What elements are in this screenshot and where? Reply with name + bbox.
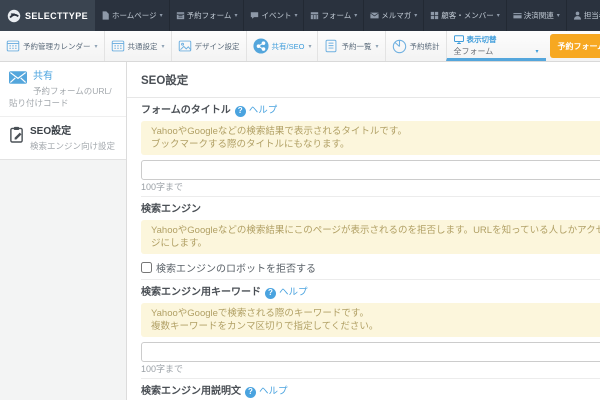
chevron-down-icon: ▾ xyxy=(159,13,163,19)
section-search-engine: 検索エンジン YahooやGoogleなどの検索結果にこのページが表示されるのを… xyxy=(141,196,600,279)
pie-chart-icon xyxy=(392,39,407,54)
brand[interactable]: SELECTTYPE xyxy=(0,0,96,31)
calendar-grid-icon xyxy=(6,39,20,53)
monitor-icon xyxy=(453,34,464,44)
toolbar-item-reservation-calendar[interactable]: 予約管理カレンダー ▾ xyxy=(0,31,105,61)
chevron-down-icon: ▾ xyxy=(308,43,312,50)
sidebar-item-share[interactable]: 共有 予約フォームのURL/貼り付けコード xyxy=(0,62,126,116)
sidebar-item-subtitle: 予約フォームのURL/貼り付けコード xyxy=(9,86,112,108)
table-icon xyxy=(310,11,319,20)
chevron-down-icon: ▾ xyxy=(161,43,165,50)
calendar-icon xyxy=(176,11,185,20)
sidebar-item-subtitle: 検索エンジン向け設定 xyxy=(30,141,116,151)
top-navbar: SELECTTYPE ホームページ ▾ 予約フォーム ▾ イベント ▾ フォーム… xyxy=(0,0,600,31)
sidebar-item-title: SEO設定 xyxy=(30,126,72,137)
toolbar: 予約管理カレンダー ▾ 共通設定 ▾ デザイン設定 共有/SEO ▾ 予約一覧 … xyxy=(0,31,600,62)
chevron-down-icon: ▾ xyxy=(294,13,298,19)
chat-icon xyxy=(250,11,259,20)
section-description: 検索エンジン用説明文 ? ヘルプ YahooやGoogleなどの検索結果で表示さ… xyxy=(141,378,600,400)
chevron-down-icon: ▾ xyxy=(94,43,98,50)
help-link[interactable]: ? ヘルプ xyxy=(265,287,308,299)
note-box: YahooやGoogleなどの検索結果で表示されるタイトルです。 ブックマークす… xyxy=(141,121,600,155)
share-icon xyxy=(252,38,269,54)
person-icon xyxy=(573,11,582,20)
toolbar-item-common-settings[interactable]: 共通設定 ▾ xyxy=(105,31,172,61)
image-icon xyxy=(178,39,192,53)
question-icon: ? xyxy=(265,287,276,299)
calendar-grid-icon xyxy=(111,39,125,53)
reject-robots-checkbox[interactable] xyxy=(141,262,152,273)
nav-item-form[interactable]: フォーム ▾ xyxy=(304,0,365,31)
show-reservation-form-button-toolbar[interactable]: 予約フォームを表示 xyxy=(549,34,600,58)
chevron-down-icon: ▾ xyxy=(496,13,500,19)
section-label: フォームのタイトル xyxy=(141,105,231,116)
sidebar: 共有 予約フォームのURL/貼り付けコード SEO設定 検索エンジン向け設定 xyxy=(0,62,127,400)
toolbar-item-share-seo[interactable]: 共有/SEO ▾ xyxy=(247,31,319,61)
mail-icon xyxy=(9,71,27,84)
section-form-title: フォームのタイトル ? ヘルプ YahooやGoogleなどの検索結果で表示され… xyxy=(141,98,600,196)
toolbar-item-design-settings[interactable]: デザイン設定 xyxy=(172,31,247,61)
workspace: 共有 予約フォームのURL/貼り付けコード SEO設定 検索エンジン向け設定 S… xyxy=(0,62,600,400)
brand-name: SELECTTYPE xyxy=(25,10,89,21)
card-icon xyxy=(513,11,522,20)
section-label: 検索エンジン用説明文 xyxy=(141,386,241,397)
main-panel: SEO設定 フォームのタイトル ? ヘルプ YahooやGoogleなどの検索結… xyxy=(127,62,600,400)
chevron-down-icon: ▾ xyxy=(354,13,358,19)
chevron-down-icon: ▾ xyxy=(556,13,560,19)
reject-robots-row[interactable]: 検索エンジンのロボットを拒否する xyxy=(141,260,600,275)
view-switch-value: 全フォーム xyxy=(453,46,494,56)
nav-item-reservation-form[interactable]: 予約フォーム ▾ xyxy=(170,0,245,31)
chevron-down-icon: ▾ xyxy=(414,13,418,19)
nav-item-mailmag[interactable]: メルマガ ▾ xyxy=(364,0,425,31)
chevron-down-icon: ▾ xyxy=(375,43,379,50)
chevron-down-icon: ▾ xyxy=(234,13,238,19)
nav-item-homepage[interactable]: ホームページ ▾ xyxy=(95,0,170,31)
help-link[interactable]: ? ヘルプ xyxy=(234,105,277,117)
sidebar-item-seo-settings[interactable]: SEO設定 検索エンジン向け設定 xyxy=(0,116,126,159)
nav-item-event[interactable]: イベント ▾ xyxy=(244,0,305,31)
chevron-down-icon: ▾ xyxy=(535,48,539,55)
nav-item-payment[interactable]: 決済関連 ▾ xyxy=(507,0,567,31)
document-icon xyxy=(324,39,338,53)
selecttype-logo-icon xyxy=(7,9,21,23)
view-switch-dropdown[interactable]: 表示切替 全フォーム ▾ xyxy=(445,31,546,61)
mail-icon xyxy=(370,11,380,20)
view-switch-label: 表示切替 xyxy=(466,34,497,44)
question-icon: ? xyxy=(234,105,246,117)
page-title: SEO設定 xyxy=(127,62,600,98)
section-label: 検索エンジン用キーワード xyxy=(141,287,261,298)
section-label: 検索エンジン xyxy=(141,204,201,215)
toolbar-item-reservation-list[interactable]: 予約一覧 ▾ xyxy=(318,31,386,61)
nav-item-customers[interactable]: 顧客・メンバー ▾ xyxy=(424,0,507,31)
page-icon xyxy=(101,11,110,20)
char-limit-hint: 100字まで xyxy=(141,182,184,192)
grid-icon xyxy=(430,11,439,20)
form-title-input[interactable] xyxy=(141,160,600,180)
note-box: YahooやGoogleなどの検索結果にこのページが表示されるのを拒否します。U… xyxy=(141,220,600,254)
toolbar-item-reservation-stats[interactable]: 予約統計 xyxy=(386,31,446,61)
char-limit-hint: 100字まで xyxy=(141,364,184,374)
help-link[interactable]: ? ヘルプ xyxy=(245,386,288,398)
clipboard-icon xyxy=(9,126,24,143)
nav-item-staff[interactable]: 担当者管理 xyxy=(567,0,600,31)
section-keywords: 検索エンジン用キーワード ? ヘルプ YahooやGoogleで検索される際のキ… xyxy=(141,279,600,378)
question-icon: ? xyxy=(245,386,256,398)
note-box: YahooやGoogleで検索される際のキーワードです。 複数キーワードをカンマ… xyxy=(141,303,600,337)
keywords-input[interactable] xyxy=(141,342,600,362)
